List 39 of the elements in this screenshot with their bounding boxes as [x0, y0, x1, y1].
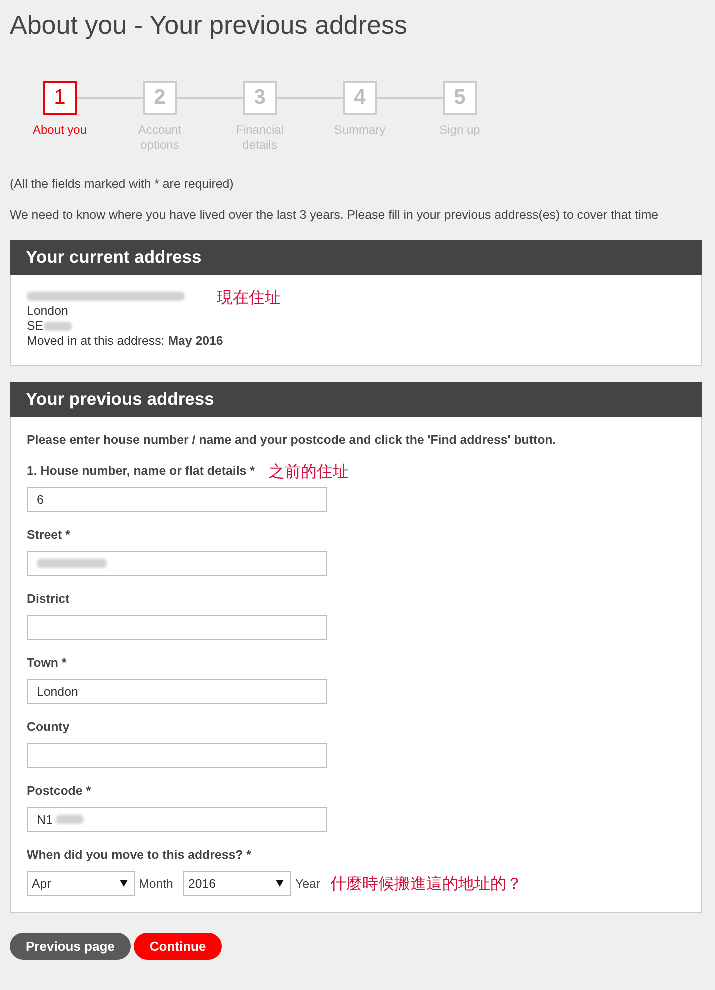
required-note: (All the fields marked with * are required)	[10, 177, 234, 192]
field-label: Town *	[27, 656, 67, 671]
moved-in-text: Moved in at this address: May 2016	[27, 334, 224, 349]
field-label: County	[27, 720, 70, 735]
card-title: Your previous address	[10, 382, 702, 417]
step-connector	[277, 97, 343, 99]
annotation-text: 現在住址	[217, 289, 281, 307]
caret-icon	[120, 880, 128, 887]
select-unit-label: Year	[295, 876, 320, 890]
instruction-text: Please enter house number / name and your postcode and click the 'Find address' button.	[27, 433, 556, 448]
month-select[interactable]: Apr	[27, 871, 135, 896]
annotation-text: 什麼時候搬進這的地址的？	[330, 874, 522, 892]
text-field[interactable]	[27, 615, 327, 640]
page-title: About you - Your previous address	[10, 10, 408, 40]
annotation-text: 之前的住址	[268, 462, 349, 480]
step-number[interactable]: 1	[43, 81, 77, 115]
field-label: 1. House number, name or flat details *	[27, 464, 255, 479]
field-label: District	[27, 592, 70, 607]
intro-text: We need to know where you have lived over the last 3 years. Please fill in your previous address(es) to cover that time	[10, 208, 659, 223]
text-field[interactable]: N1	[27, 807, 327, 832]
continue-button[interactable]: Continue	[134, 933, 222, 960]
year-select[interactable]: 2016	[183, 871, 292, 896]
card-title: Your current address	[10, 240, 702, 275]
address-line: SE	[27, 319, 44, 334]
select-unit-label: Month	[139, 876, 174, 890]
text-field[interactable]: London	[27, 679, 327, 704]
address-line: London	[27, 304, 68, 319]
step-label[interactable]: About you	[28, 123, 92, 153]
field-label: When did you move to this address? *	[27, 848, 252, 863]
text-field[interactable]	[27, 743, 327, 768]
text-field[interactable]: 6	[27, 487, 327, 512]
caret-icon	[276, 880, 284, 887]
field-label: Postcode *	[27, 784, 92, 799]
previous-page-button[interactable]: Previous page	[10, 933, 131, 960]
text-field[interactable]	[27, 551, 327, 576]
step-connector	[77, 97, 143, 99]
step-connector	[177, 97, 243, 99]
field-label: Street *	[27, 528, 70, 543]
step-connector	[377, 97, 443, 99]
